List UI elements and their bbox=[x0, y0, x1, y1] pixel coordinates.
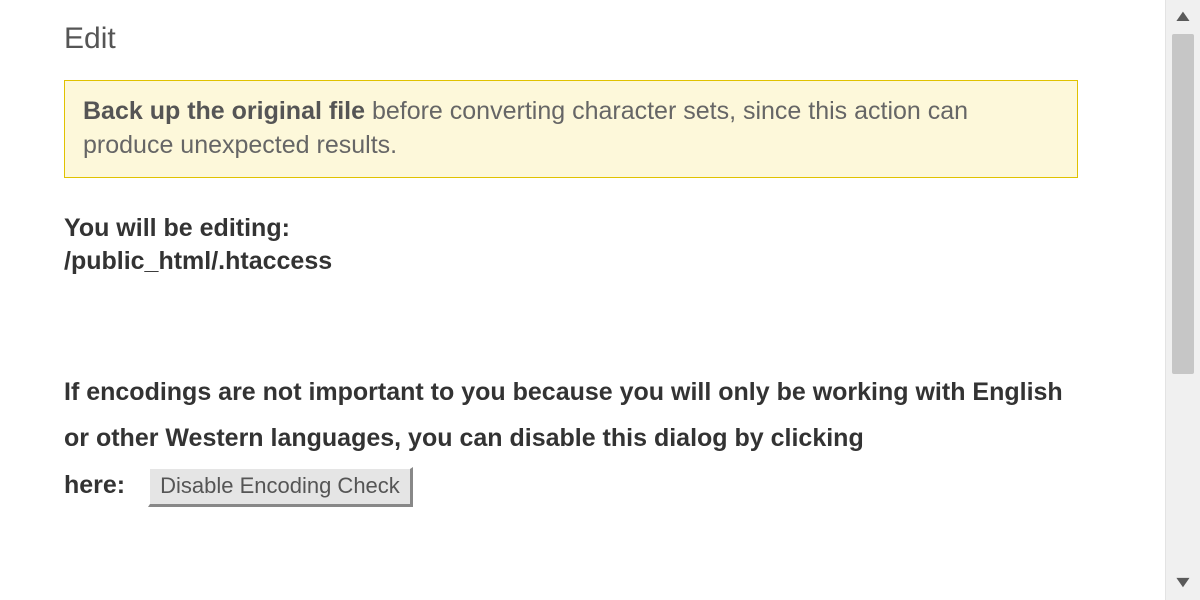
encoding-text-line1: If encodings are not important to you be… bbox=[64, 369, 1078, 462]
warning-bold-text: Back up the original file bbox=[83, 97, 365, 125]
scroll-up-button[interactable]: ▲ bbox=[1166, 0, 1200, 34]
scrollbar-thumb[interactable] bbox=[1172, 34, 1194, 374]
dialog-content: Edit Back up the original file before co… bbox=[0, 0, 1136, 600]
page-title: Edit bbox=[64, 22, 1078, 56]
chevron-up-icon: ▲ bbox=[1172, 9, 1194, 25]
vertical-scrollbar[interactable]: ▲ ▼ bbox=[1165, 0, 1200, 600]
editing-info: You will be editing: /public_html/.htacc… bbox=[64, 212, 1078, 280]
warning-banner: Back up the original file before convert… bbox=[64, 80, 1078, 178]
editing-label: You will be editing: bbox=[64, 212, 1078, 246]
encoding-text-line2: here: bbox=[64, 471, 125, 499]
editing-path: /public_html/.htaccess bbox=[64, 245, 1078, 279]
scroll-down-button[interactable]: ▼ bbox=[1166, 566, 1200, 600]
scrollbar-track[interactable] bbox=[1166, 34, 1200, 566]
chevron-down-icon: ▼ bbox=[1172, 575, 1194, 591]
encoding-info: If encodings are not important to you be… bbox=[64, 369, 1078, 508]
disable-encoding-check-button[interactable]: Disable Encoding Check bbox=[148, 467, 413, 507]
